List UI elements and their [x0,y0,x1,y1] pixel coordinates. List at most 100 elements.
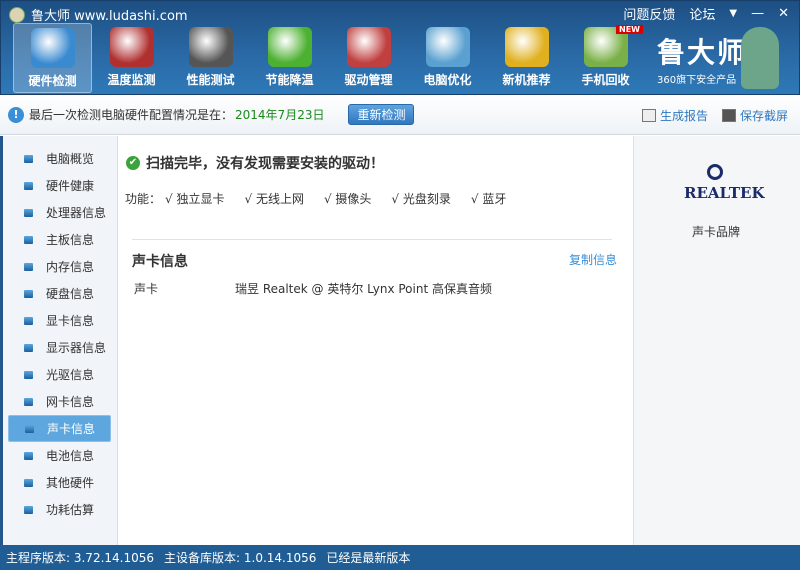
forum-link[interactable]: 论坛 [689,4,715,23]
driver-box-icon [346,27,391,67]
row-value: 瑞昱 Realtek @ 英特尔 Lynx Point 高保真音频 [235,282,492,296]
sidebar-item[interactable]: 光驱信息 [8,361,111,388]
check-circle-icon: ✔ [126,156,140,170]
brand: 鲁大师 360旗下安全产品 [657,31,747,86]
main-panel: ✔ 扫描完毕，没有发现需要安装的驱动！ 功能： √ 独立显卡 √ 无线上网 √ 摄… [119,136,633,545]
bullet-icon [24,262,33,271]
sidebar-item-label: 其他硬件 [46,476,95,490]
sidebar-item-label: 内存信息 [46,260,95,274]
bullet-icon [24,316,33,325]
feedback-link[interactable]: 问题反馈 [623,4,675,23]
award-monitor-icon [504,27,549,67]
toolbar-magic-monitor-button[interactable]: 电脑优化 [408,23,487,93]
brand-label: 声卡品牌 [692,225,741,239]
toolbar-label: 驱动管理 [344,73,393,87]
main-version: 主程序版本: 3.72.14.1056 [6,551,155,565]
sidebar-item[interactable]: 显示器信息 [8,334,111,361]
toolbar-label: 温度监测 [107,73,156,87]
sidebar-item[interactable]: 功耗估算 [8,496,111,523]
toolbar-label: 手机回收 [581,73,630,87]
bullet-icon [24,343,33,352]
sidebar-item[interactable]: 电脑概览 [8,145,111,172]
screenshot-label: 保存截屏 [740,109,789,123]
rescan-button[interactable]: 重新检测 [348,104,415,125]
bullet-icon [24,154,33,163]
toolbar-label: 新机推荐 [502,73,551,87]
scan-result: ✔ 扫描完毕，没有发现需要安装的驱动！ [126,153,384,173]
window-title: 鲁大师 www.ludashi.com [9,5,188,24]
sidebar: 电脑概览硬件健康处理器信息主板信息内存信息硬盘信息显卡信息显示器信息光驱信息网卡… [0,136,118,545]
info-row: 声卡 瑞昱 Realtek @ 英特尔 Lynx Point 高保真音频 [134,280,492,297]
last-check-date: 2014年7月23日 [235,108,325,122]
toolbar-thermometer-button[interactable]: 温度监测 [92,23,171,93]
sidebar-item-label: 处理器信息 [46,206,107,220]
bullet-icon [24,370,33,379]
speedometer-icon [188,27,233,67]
feature-item: √ 蓝牙 [470,192,507,206]
bullet-icon [24,289,33,298]
report-label: 生成报告 [660,109,709,123]
printer-icon [642,109,656,122]
sidebar-item-label: 声卡信息 [47,422,96,436]
sidebar-item-label: 电脑概览 [46,152,95,166]
sidebar-item[interactable]: 硬盘信息 [8,280,111,307]
feature-item: √ 独立显卡 [165,192,225,206]
bullet-icon [24,397,33,406]
minimize-button[interactable]: — [751,6,764,21]
mascot-icon [741,27,779,89]
toolbar-phone-recycle-button[interactable]: 手机回收 NEW [566,23,645,93]
toolbar-speedometer-button[interactable]: 性能测试 [171,23,250,93]
bullet-icon [25,424,34,433]
sidebar-item[interactable]: 主板信息 [8,226,111,253]
section-title: 声卡信息 [132,254,188,270]
bullet-icon [24,208,33,217]
title-text: 鲁大师 www.ludashi.com [31,9,188,24]
save-screenshot-button[interactable]: 保存截屏 [722,107,788,124]
close-button[interactable]: ✕ [778,6,789,21]
divider [132,239,612,240]
features-label: 功能： [125,192,162,206]
status-bar: 主程序版本: 3.72.14.1056 主设备库版本: 1.0.14.1056 … [0,545,800,570]
thermometer-icon [109,27,154,67]
sidebar-item[interactable]: 处理器信息 [8,199,111,226]
bullet-icon [24,181,33,190]
copy-info-link[interactable]: 复制信息 [569,251,617,268]
last-check-text: 最后一次检测电脑硬件配置情况是在： [29,108,234,122]
info-bar: ! 最后一次检测电脑硬件配置情况是在： 2014年7月23日 重新检测 生成报告… [0,95,800,135]
db-version: 主设备库版本: 1.0.14.1056 [164,551,317,565]
toolbar-label: 性能测试 [186,73,235,87]
sidebar-item[interactable]: 电池信息 [8,442,111,469]
sidebar-item[interactable]: 声卡信息 [8,415,111,442]
toolbar-clover-fan-button[interactable]: 节能降温 [250,23,329,93]
sidebar-item-label: 显卡信息 [46,314,95,328]
header: 鲁大师 www.ludashi.com 问题反馈 论坛 ▼ — ✕ 硬件检测 温度… [0,0,800,95]
features: 功能： √ 独立显卡 √ 无线上网 √ 摄像头 √ 光盘刻录 √ 蓝牙 [125,190,506,207]
sidebar-item-label: 硬盘信息 [46,287,95,301]
toolbar-award-monitor-button[interactable]: 新机推荐 [487,23,566,93]
generate-report-button[interactable]: 生成报告 [642,107,708,124]
app-logo-icon [9,6,25,23]
sidebar-item-label: 网卡信息 [46,395,95,409]
feature-item: √ 无线上网 [244,192,304,206]
update-state: 已经是最新版本 [326,551,411,565]
bullet-icon [24,505,33,514]
sidebar-item-label: 显示器信息 [46,341,107,355]
toolbar-monitor-magnifier-button[interactable]: 硬件检测 [13,23,92,93]
sidebar-item[interactable]: 其他硬件 [8,469,111,496]
menu-button[interactable]: ▼ [729,8,737,19]
bullet-icon [24,451,33,460]
sidebar-item[interactable]: 内存信息 [8,253,111,280]
sidebar-item[interactable]: 硬件健康 [8,172,111,199]
sidebar-item-label: 主板信息 [46,233,95,247]
brand-panel: REALTEK 声卡品牌 [633,136,800,545]
sidebar-item-label: 电池信息 [46,449,95,463]
info-icon: ! [8,106,24,123]
feature-item: √ 光盘刻录 [391,192,451,206]
toolbar-label: 电脑优化 [423,73,472,87]
sidebar-item[interactable]: 显卡信息 [8,307,111,334]
toolbar-driver-box-button[interactable]: 驱动管理 [329,23,408,93]
realtek-crab-icon [707,164,723,180]
sidebar-item[interactable]: 网卡信息 [8,388,111,415]
bullet-icon [24,235,33,244]
sidebar-item-label: 硬件健康 [46,179,95,193]
